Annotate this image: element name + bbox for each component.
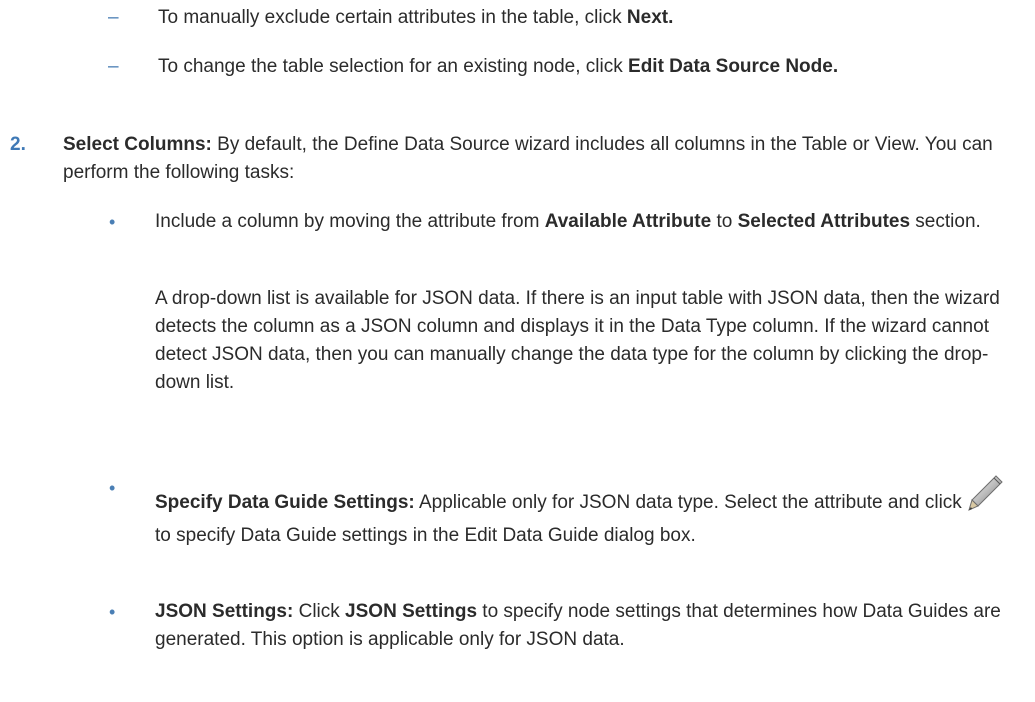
step-text: Select Columns: By default, the Define D…: [63, 131, 1008, 187]
bullet-text-plain: to: [711, 211, 738, 232]
edit-data-source-node-keyword: Edit Data Source Node.: [628, 56, 839, 77]
bullet-text-plain: Include a column by moving the attribute…: [155, 211, 545, 232]
bullet-text-plain: to specify Data Guide settings in the Ed…: [155, 525, 696, 546]
available-attribute-keyword: Available Attribute: [544, 211, 712, 232]
pencil-icon: [966, 474, 1004, 514]
bullet-text: Include a column by moving the attribute…: [155, 208, 1025, 236]
bullet-text-plain: section.: [910, 211, 981, 232]
bullet-text-plain: Applicable only for JSON data type. Sele…: [414, 492, 962, 513]
json-settings-label-keyword: JSON Settings:: [155, 601, 294, 622]
json-settings-keyword: JSON Settings: [345, 601, 478, 622]
dash-text-plain: To manually exclude certain attributes i…: [158, 7, 627, 28]
bullet-text: Specify Data Guide Settings: Applicable …: [155, 474, 1025, 552]
bullet-marker: •: [109, 212, 116, 232]
bullet-text-plain: Click: [293, 601, 346, 622]
specify-data-guide-settings-keyword: Specify Data Guide Settings:: [155, 492, 415, 513]
dash-text-plain: To change the table selection for an exi…: [158, 56, 629, 77]
bullet-marker: •: [109, 478, 116, 498]
select-columns-heading: Select Columns:: [63, 134, 212, 155]
bullet-marker: •: [109, 602, 116, 622]
dash-item-text: To manually exclude certain attributes i…: [158, 4, 1028, 32]
selected-attributes-keyword: Selected Attributes: [737, 211, 911, 232]
bullet-text: JSON Settings: Click JSON Settings to sp…: [155, 598, 1025, 654]
next-keyword: Next.: [626, 7, 674, 28]
dash-item-text: To change the table selection for an exi…: [158, 53, 1028, 81]
step-number: 2.: [10, 134, 26, 155]
json-dropdown-paragraph: A drop-down list is available for JSON d…: [155, 288, 1000, 393]
dash-marker: –: [108, 56, 119, 77]
dash-marker: –: [108, 7, 119, 28]
